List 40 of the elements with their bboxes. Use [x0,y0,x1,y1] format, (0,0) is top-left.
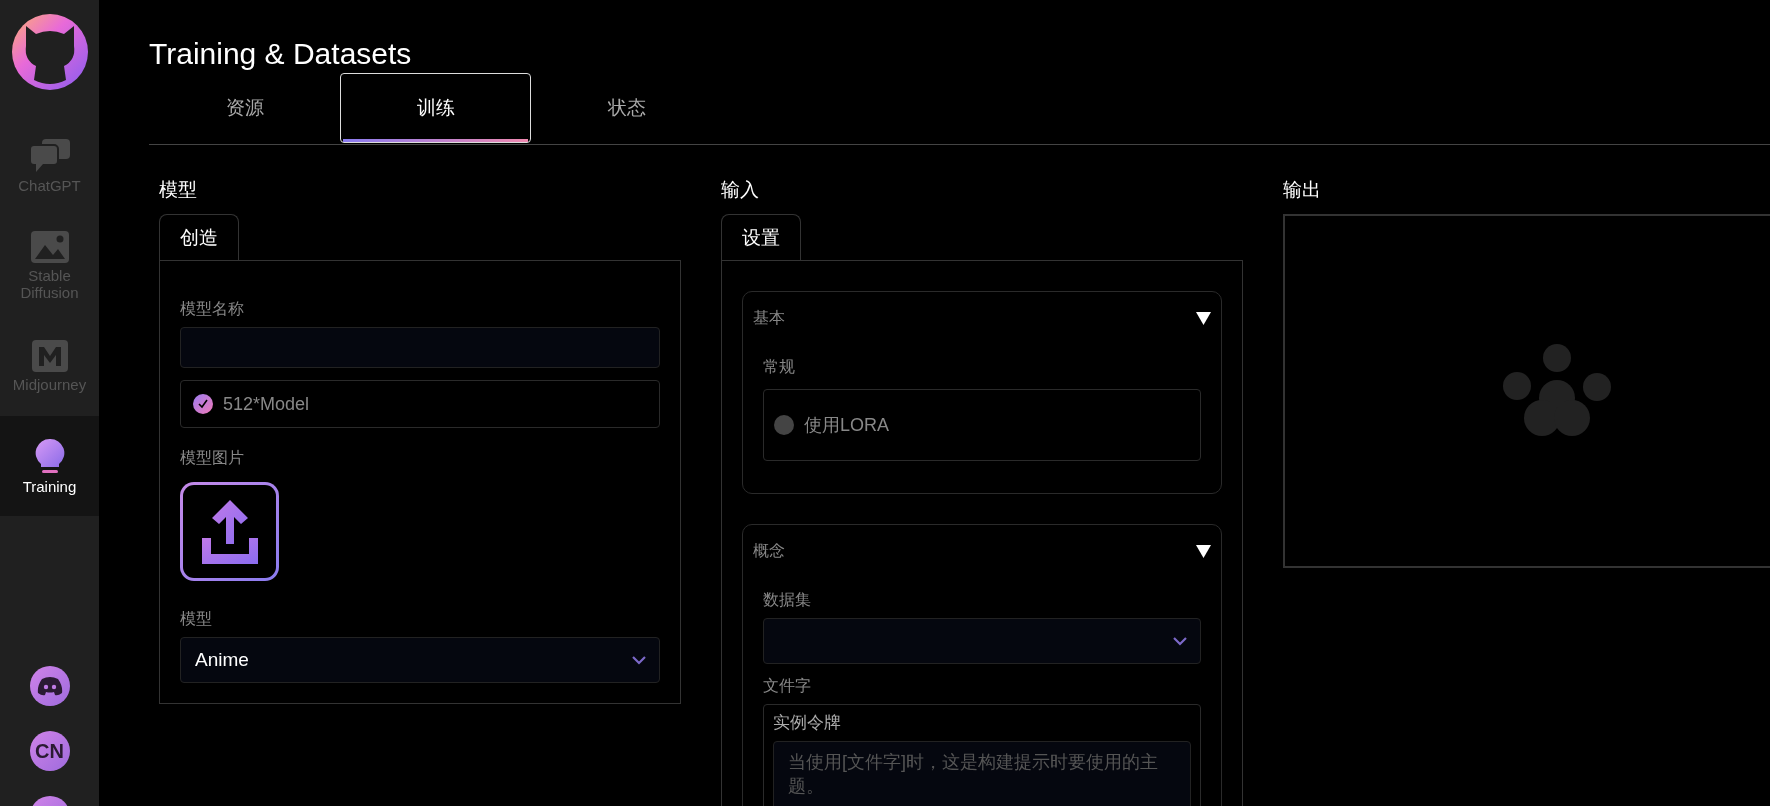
panel-tab[interactable]: 创造 [159,214,239,260]
image-icon [30,231,69,263]
sidebar-item[interactable]: Training [0,416,99,516]
field-label: 模型 [180,609,213,629]
panel-tab[interactable]: 设置 [721,214,801,260]
language-button[interactable]: CN [29,731,70,771]
upload-icon [201,499,258,564]
cat-logo[interactable] [11,14,88,90]
discord-icon[interactable] [29,666,70,706]
check-icon [197,398,209,410]
upload-button[interactable] [180,482,279,581]
chevron-down-icon [1172,636,1188,646]
lightbulb-icon [34,437,65,474]
field-label: 常规 [763,357,796,377]
field-label: 数据集 [763,590,812,610]
column-heading: 输入 [721,178,760,202]
field-label: 模型图片 [180,448,245,468]
column-heading: 输出 [1283,178,1322,202]
field-label: 文件字 [763,676,812,696]
tab[interactable]: 训练 [340,73,531,143]
page-title: Training & Datasets [149,36,413,72]
checkbox-field[interactable]: 512*Model [180,380,660,428]
tab[interactable]: 状态 [531,73,722,143]
accordion-header[interactable]: 概念 [753,541,1211,562]
accordion-header[interactable]: 基本 [753,308,1211,329]
model-name-field[interactable] [180,327,660,368]
checkbox-label: 512*Model [223,393,310,415]
model-dropdown[interactable]: Anime [180,637,660,683]
column-heading: 模型 [159,178,198,202]
field-label: 模型名称 [180,299,245,319]
checkbox[interactable] [193,394,213,414]
radio-toggle[interactable] [774,415,794,435]
field-label: 实例令牌 [773,713,842,733]
paw-icon [1501,343,1612,439]
tab[interactable]: 资源 [149,73,340,143]
chat-bubbles-icon [29,138,70,173]
chevron-down-icon [631,655,647,665]
option-label: 使用LORA [804,414,890,437]
letter-m-icon [31,339,68,372]
instance-token-field[interactable]: 当使用[文件字]时，这是构建提示时要使用的主题。 [773,741,1191,806]
